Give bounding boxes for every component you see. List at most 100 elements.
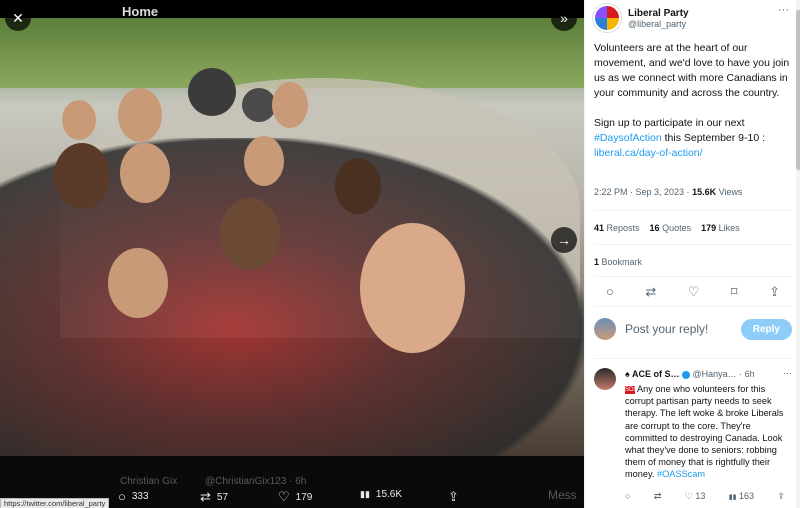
reply-input[interactable]: Post your reply!: [625, 322, 732, 336]
like-icon: ♡: [684, 491, 693, 501]
views-icon: ▮▮: [360, 489, 370, 499]
like-button[interactable]: ♡ 179: [278, 489, 312, 505]
sos-icon: SOS: [625, 385, 638, 394]
media-viewer: Home ✕ » → Christian Gix @ChristianGix12…: [0, 0, 584, 508]
photo-face: [108, 248, 168, 318]
tweet-text: Volunteers are at the heart of our movem…: [594, 41, 792, 161]
close-icon: ✕: [12, 9, 24, 26]
divider: [594, 306, 792, 307]
tweet-action-row: ○ ⇄ ♡ ⌑ ⇪: [594, 284, 792, 300]
repost-icon: ⇄: [653, 491, 662, 501]
comment-actions: ○ ⇄ ♡ 13 ▮▮ 163 ⇪: [625, 491, 785, 502]
bookmarks-stat[interactable]: 1 Bookmark: [594, 257, 642, 267]
views-count: 15.6K: [692, 187, 717, 197]
photo-face: [54, 143, 110, 209]
verified-badge-icon: [681, 370, 690, 379]
comment-like-button[interactable]: ♡ 13: [685, 491, 706, 502]
home-label: Home: [122, 4, 159, 19]
like-icon[interactable]: ♡: [688, 284, 700, 300]
comment-repost-button[interactable]: ⇄: [654, 491, 662, 502]
views-icon: ▮▮: [728, 494, 737, 501]
divider: [594, 244, 792, 245]
tweet-time[interactable]: 2:22 PM · Sep 3, 2023 ·: [594, 187, 692, 197]
comment-header: ♠ ACE of S… @Hanya… · 6h: [625, 369, 755, 379]
quotes-stat[interactable]: 16 Quotes: [650, 223, 692, 233]
author-name[interactable]: Liberal Party: [628, 8, 689, 19]
photo-face: [360, 223, 465, 353]
next-image-button[interactable]: →: [551, 227, 577, 253]
reply-icon[interactable]: ○: [606, 284, 614, 300]
photo-face: [335, 158, 381, 214]
share-button[interactable]: ⇪: [448, 489, 459, 505]
avatar: [594, 318, 616, 340]
photo-sculpture-sphere: [188, 68, 236, 116]
avatar[interactable]: [594, 368, 616, 390]
tweet-text-segment: this September 9-10 :: [661, 132, 766, 144]
photo-face: [220, 198, 280, 270]
photo-face: [244, 136, 284, 186]
close-button[interactable]: ✕: [5, 5, 31, 31]
comment-body: Any one who volunteers for this corrupt …: [625, 384, 784, 480]
divider: [594, 210, 792, 211]
tweet-paragraph-1: Volunteers are at the heart of our movem…: [594, 42, 790, 99]
divider: [594, 358, 792, 359]
comment-views-count: 163: [739, 491, 755, 501]
views-label: Views: [716, 187, 743, 197]
more-options-button[interactable]: ···: [778, 4, 789, 16]
reply-button[interactable]: Reply: [740, 318, 792, 340]
photo-face: [118, 88, 162, 142]
tweet-sidebar: Liberal Party @liberal_party ··· Volunte…: [584, 0, 800, 508]
views-button[interactable]: ▮▮ 15.6K: [360, 489, 402, 500]
like-count: 179: [295, 491, 313, 503]
scrollbar-thumb[interactable]: [796, 10, 800, 170]
arrow-right-icon: →: [557, 232, 571, 248]
reply-count: 333: [131, 491, 149, 502]
comment-reply-button[interactable]: ○: [625, 491, 630, 502]
divider: [594, 276, 792, 277]
group-selfie-photo: [0, 18, 584, 456]
media-topbar: Home: [0, 0, 584, 30]
ghost-messages-label: Mess: [548, 488, 577, 502]
double-chevron-right-icon: »: [560, 10, 568, 26]
comment-more-button[interactable]: ···: [783, 368, 792, 378]
repost-count: 57: [216, 491, 229, 503]
scrollbar[interactable]: [796, 0, 800, 508]
like-icon: ♡: [278, 489, 290, 504]
share-icon: ⇪: [777, 491, 785, 501]
avatar[interactable]: [593, 4, 621, 32]
views-count: 15.6K: [375, 489, 403, 500]
status-bar-url: https://twitter.com/liberal_party: [0, 498, 110, 508]
photo-face: [62, 100, 96, 140]
likes-stat[interactable]: 179 Likes: [701, 223, 740, 233]
signup-link[interactable]: liberal.ca/day-of-action/: [594, 147, 703, 159]
expand-button[interactable]: »: [551, 5, 577, 31]
repost-button[interactable]: ⇄ 57: [200, 489, 228, 505]
share-icon[interactable]: ⇪: [769, 284, 780, 300]
repost-icon: ⇄: [200, 489, 211, 504]
share-icon: ⇪: [448, 489, 459, 504]
reply-composer: Post your reply! Reply: [594, 318, 792, 340]
ghost-reply-handle: @ChristianGix123 · 6h: [205, 476, 307, 487]
comment-views-button[interactable]: ▮▮ 163: [729, 491, 754, 502]
bookmark-icon[interactable]: ⌑: [731, 284, 738, 300]
author-handle[interactable]: @liberal_party: [628, 19, 689, 29]
photo-face: [272, 82, 308, 128]
hashtag-link[interactable]: #DaysofAction: [594, 132, 662, 144]
reply-button[interactable]: ○ 333: [118, 489, 149, 504]
tweet-text-segment: Sign up to participate in our next: [594, 117, 745, 129]
comment-text: SOS Any one who volunteers for this corr…: [625, 383, 791, 481]
photo-face: [120, 143, 170, 203]
tweet-author[interactable]: Liberal Party @liberal_party: [593, 4, 689, 32]
comment-like-count: 13: [695, 491, 706, 501]
reply-icon: ○: [625, 491, 631, 501]
reply-icon: ○: [118, 489, 126, 504]
comment-author-name[interactable]: ♠ ACE of S…: [625, 369, 679, 379]
repost-icon[interactable]: ⇄: [645, 284, 656, 300]
ghost-reply-name: Christian Gix: [120, 476, 178, 487]
tweet-meta: 2:22 PM · Sep 3, 2023 · 15.6K Views: [594, 187, 742, 197]
comment-share-button[interactable]: ⇪: [777, 491, 785, 502]
comment-hashtag[interactable]: #OASScam: [657, 469, 705, 479]
engagement-stats: 41 Reposts 16 Quotes 179 Likes: [594, 223, 740, 233]
comment-author-handle[interactable]: @Hanya… · 6h: [692, 369, 754, 379]
reposts-stat[interactable]: 41 Reposts: [594, 223, 640, 233]
